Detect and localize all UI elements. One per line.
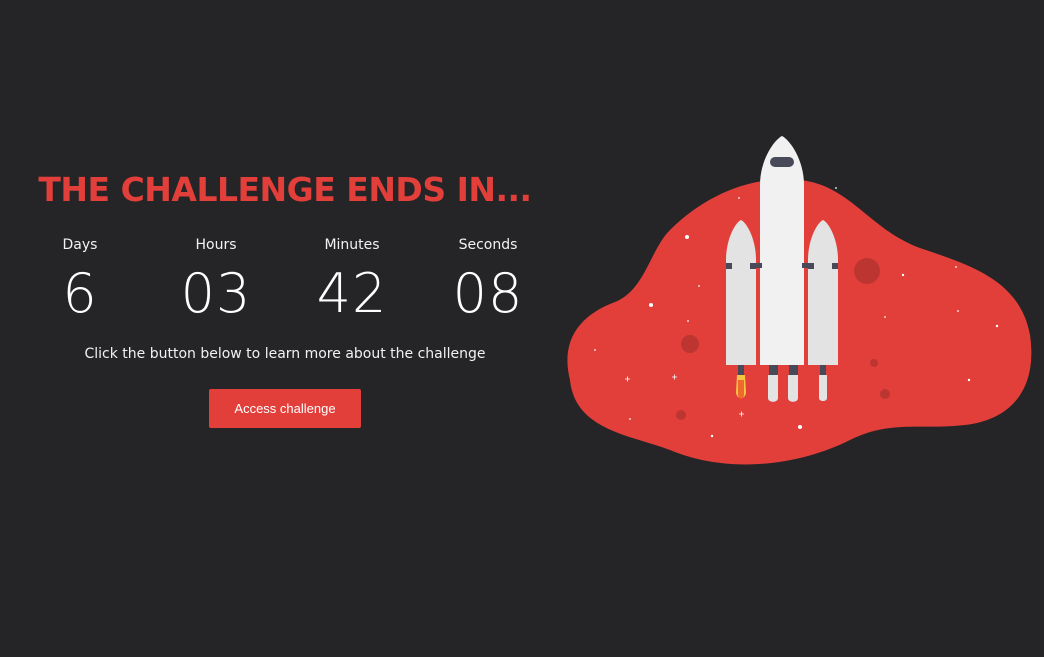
- challenge-countdown-page: THE CHALLENGE ENDS IN... Days 6 Hours 03…: [0, 0, 1044, 657]
- days-value: 6: [62, 262, 98, 325]
- countdown-days: Days 6: [20, 235, 140, 329]
- minutes-label: Minutes: [324, 237, 380, 253]
- hours-value: 03: [180, 262, 252, 325]
- countdown-seconds: Seconds 08: [428, 235, 548, 329]
- core-stage: [754, 136, 810, 402]
- seconds-value: 08: [452, 262, 524, 325]
- cta-container: Access challenge: [30, 389, 540, 428]
- minutes-value: 42: [316, 262, 388, 325]
- countdown-timer: Days 6 Hours 03 Minutes 42 Seconds 08: [30, 235, 540, 330]
- countdown-minutes: Minutes 42: [292, 235, 412, 329]
- seconds-label: Seconds: [458, 237, 518, 253]
- access-challenge-button[interactable]: Access challenge: [209, 389, 361, 428]
- countdown-hours: Hours 03: [156, 235, 276, 329]
- hours-label: Hours: [195, 237, 237, 253]
- countdown-section: THE CHALLENGE ENDS IN... Days 6 Hours 03…: [30, 165, 540, 428]
- info-text: Click the button below to learn more abo…: [84, 346, 486, 362]
- page-title: THE CHALLENGE ENDS IN...: [38, 170, 532, 209]
- days-label: Days: [62, 237, 98, 253]
- rocket-launch-icon: [567, 136, 1032, 465]
